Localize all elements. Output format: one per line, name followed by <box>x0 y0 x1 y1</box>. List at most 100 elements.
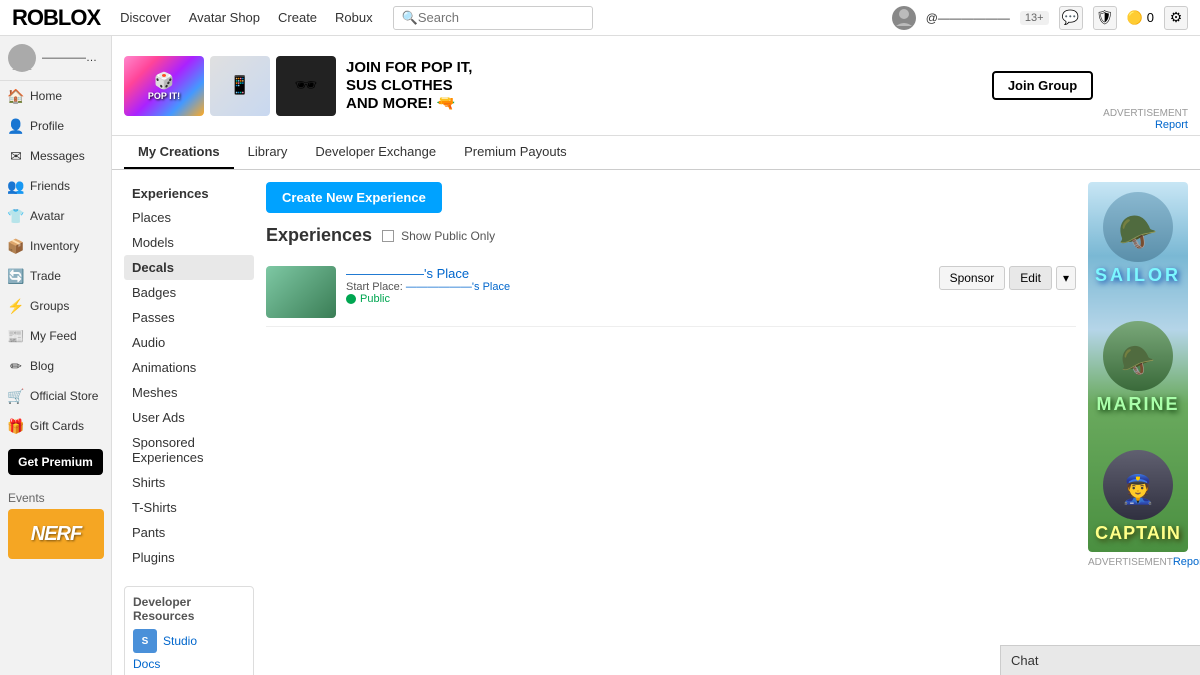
dev-res-studio[interactable]: S Studio <box>133 627 245 655</box>
left-nav-sponsored[interactable]: Sponsored Experiences <box>124 430 254 470</box>
left-nav-user-ads[interactable]: User Ads <box>124 405 254 430</box>
experience-start-place: Start Place: ——————'s Place <box>346 281 929 293</box>
sidebar-item-groups[interactable]: ⚡ Groups <box>0 291 111 321</box>
sidebar-label-friends: Friends <box>30 179 70 193</box>
sidebar-item-gift-cards[interactable]: 🎁 Gift Cards <box>0 411 111 441</box>
left-nav-shirts[interactable]: Shirts <box>124 470 254 495</box>
left-nav-tshirts[interactable]: T-Shirts <box>124 495 254 520</box>
ad-report-link[interactable]: Report <box>1155 119 1188 131</box>
blog-icon: ✏ <box>8 358 24 374</box>
sidebar-item-home[interactable]: 🏠 Home <box>0 81 111 111</box>
sidebar-user[interactable]: —————— <box>0 36 111 81</box>
events-label: Events <box>8 491 103 505</box>
nav-discover[interactable]: Discover <box>120 10 171 25</box>
dev-resources-title: Developer Resources <box>133 595 245 623</box>
messages-icon: ✉ <box>8 148 24 164</box>
experience-name[interactable]: ——————'s Place <box>346 266 929 281</box>
sidebar-item-blog[interactable]: ✏ Blog <box>0 351 111 381</box>
tab-developer-exchange[interactable]: Developer Exchange <box>301 136 450 169</box>
studio-icon: S <box>133 629 157 653</box>
sidebar-item-official-store[interactable]: 🛒 Official Store <box>0 381 111 411</box>
nav-robux[interactable]: Robux <box>335 10 373 25</box>
public-dot <box>346 294 356 304</box>
get-premium-button[interactable]: Get Premium <box>8 449 103 475</box>
ad-image-2: 📱 <box>210 56 270 116</box>
ad-footer: ADVERTISEMENT Report <box>1103 108 1188 131</box>
sidebar-item-messages[interactable]: ✉ Messages <box>0 141 111 171</box>
home-icon: 🏠 <box>8 88 24 104</box>
left-nav: Experiences Places Models Decals Badges … <box>124 182 254 675</box>
sponsor-button[interactable]: Sponsor <box>939 266 1006 290</box>
experiences-title: Experiences <box>266 225 372 246</box>
left-nav-plugins[interactable]: Plugins <box>124 545 254 570</box>
myfeed-icon: 📰 <box>8 328 24 344</box>
right-ad-footer: ADVERTISEMENT Report <box>1088 556 1188 568</box>
dev-res-docs[interactable]: Docs <box>133 655 245 673</box>
sidebar-item-inventory[interactable]: 📦 Inventory <box>0 231 111 261</box>
left-nav-meshes[interactable]: Meshes <box>124 380 254 405</box>
events-banner-text: NERF <box>31 523 81 546</box>
ad-text: JOIN FOR POP IT,SUS CLOTHESAND MORE! 🔫 <box>346 59 982 113</box>
show-public-checkbox[interactable] <box>382 230 394 242</box>
search-bar: 🔍 <box>393 6 593 30</box>
sidebar-label-messages: Messages <box>30 149 85 163</box>
age-badge: 13+ <box>1020 11 1049 25</box>
right-ad-label: ADVERTISEMENT <box>1088 557 1173 568</box>
tabs-bar: My Creations Library Developer Exchange … <box>112 136 1200 170</box>
right-ad-report[interactable]: Report <box>1173 556 1200 568</box>
left-nav-audio[interactable]: Audio <box>124 330 254 355</box>
sidebar-label-blog: Blog <box>30 359 54 373</box>
sidebar-item-friends[interactable]: 👥 Friends <box>0 171 111 201</box>
sidebar-item-avatar[interactable]: 👕 Avatar <box>0 201 111 231</box>
nav-right: @—————— 13+ 💬 🛡 🟡0 ⚙ <box>892 6 1188 30</box>
nav-username: @—————— <box>926 11 1010 25</box>
sidebar-label-home: Home <box>30 89 62 103</box>
search-input[interactable] <box>418 10 584 25</box>
settings-dropdown-button[interactable]: ▾ <box>1056 266 1076 290</box>
sidebar-item-profile[interactable]: 👤 Profile <box>0 111 111 141</box>
sidebar-label-trade: Trade <box>30 269 61 283</box>
experience-start-link[interactable]: ——————'s Place <box>406 281 510 293</box>
left-nav-passes[interactable]: Passes <box>124 305 254 330</box>
tab-my-creations[interactable]: My Creations <box>124 136 234 169</box>
left-nav-places[interactable]: Places <box>124 205 254 230</box>
left-nav-animations[interactable]: Animations <box>124 355 254 380</box>
content-main: Experiences Places Models Decals Badges … <box>112 170 1200 675</box>
content-area: 🎲 POP IT! 📱 🕶 JOIN FOR POP IT,SUS CLOTHE… <box>112 36 1200 675</box>
edit-button[interactable]: Edit <box>1009 266 1052 290</box>
nav-avatar-shop[interactable]: Avatar Shop <box>189 10 260 25</box>
create-new-experience-button[interactable]: Create New Experience <box>266 182 442 213</box>
logo[interactable]: ROBLOX <box>12 5 100 31</box>
chat-bar[interactable]: Chat <box>1000 645 1200 675</box>
shield-icon-btn[interactable]: 🛡 <box>1093 6 1117 30</box>
experience-public-badge: Public <box>346 293 929 305</box>
right-ad-image: 🪖 SAILOR 🪖 MARINE <box>1088 182 1188 552</box>
sidebar-item-myfeed[interactable]: 📰 My Feed <box>0 321 111 351</box>
tab-library[interactable]: Library <box>234 136 302 169</box>
left-nav-decals[interactable]: Decals <box>124 255 254 280</box>
experience-info: ——————'s Place Start Place: ——————'s Pla… <box>346 266 929 305</box>
avatar[interactable] <box>892 6 916 30</box>
events-banner[interactable]: NERF <box>8 509 104 559</box>
left-nav-models[interactable]: Models <box>124 230 254 255</box>
sidebar-label-myfeed: My Feed <box>30 329 77 343</box>
experience-thumbnail <box>266 266 336 318</box>
settings-icon-btn[interactable]: ⚙ <box>1164 6 1188 30</box>
main-scroll: Experiences Places Models Decals Badges … <box>112 170 1200 675</box>
captain-text: CAPTAIN <box>1095 524 1181 542</box>
experiences-content: Create New Experience Experiences Show P… <box>254 182 1088 675</box>
show-public-label[interactable]: Show Public Only <box>382 229 495 243</box>
left-nav-pants[interactable]: Pants <box>124 520 254 545</box>
top-nav: ROBLOX Discover Avatar Shop Create Robux… <box>0 0 1200 36</box>
tab-premium-payouts[interactable]: Premium Payouts <box>450 136 581 169</box>
chat-icon-btn[interactable]: 💬 <box>1059 6 1083 30</box>
sidebar-item-trade[interactable]: 🔄 Trade <box>0 261 111 291</box>
ad-banner: 🎲 POP IT! 📱 🕶 JOIN FOR POP IT,SUS CLOTHE… <box>112 36 1200 136</box>
left-nav-badges[interactable]: Badges <box>124 280 254 305</box>
ad-title: JOIN FOR POP IT,SUS CLOTHESAND MORE! 🔫 <box>346 59 982 113</box>
gift-cards-icon: 🎁 <box>8 418 24 434</box>
nav-create[interactable]: Create <box>278 10 317 25</box>
right-ad: 🪖 SAILOR 🪖 MARINE <box>1088 182 1188 675</box>
ad-join-button[interactable]: Join Group <box>992 71 1093 100</box>
sidebar-username: —————— <box>42 52 103 64</box>
